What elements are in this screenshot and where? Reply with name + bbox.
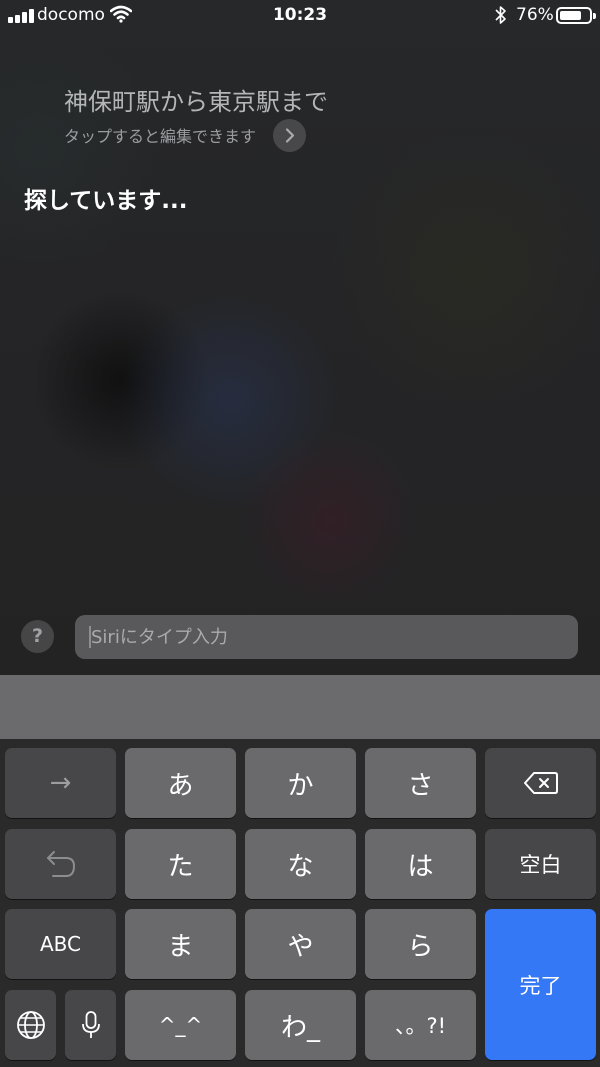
delete-icon	[523, 772, 558, 794]
battery-icon	[556, 7, 596, 24]
done-key-label: 完了	[519, 973, 562, 998]
siri-type-input[interactable]	[91, 615, 571, 659]
done-key[interactable]: 完了	[485, 909, 596, 1060]
key-wa[interactable]: わ_	[245, 990, 356, 1060]
siri-query-text[interactable]: 神保町駅から東京駅まで	[64, 82, 328, 117]
key-ma[interactable]: ま	[125, 909, 236, 979]
key-a[interactable]: あ	[125, 748, 236, 818]
key-ya[interactable]: や	[245, 909, 356, 979]
chevron-right-icon	[285, 128, 295, 143]
abc-key[interactable]: ABC	[5, 909, 116, 979]
punctuation-key[interactable]: 、。?!	[365, 990, 476, 1060]
candidate-bar	[0, 675, 600, 739]
help-button[interactable]: ?	[21, 620, 54, 653]
emoticon-key[interactable]: ^_^	[125, 990, 236, 1060]
globe-icon	[16, 1011, 45, 1039]
key-na[interactable]: な	[245, 829, 356, 899]
space-key[interactable]: 空白	[485, 829, 596, 899]
delete-key[interactable]	[485, 748, 596, 818]
abc-key-label: ABC	[39, 932, 81, 956]
undo-key[interactable]	[5, 829, 116, 899]
arrow-right-icon: →	[49, 768, 72, 798]
space-key-label: 空白	[519, 853, 562, 877]
key-ha[interactable]: は	[365, 829, 476, 899]
edit-chevron-button[interactable]	[273, 119, 306, 152]
siri-status-text: 探しています...	[24, 188, 188, 214]
key-ka[interactable]: か	[245, 748, 356, 818]
key-ra[interactable]: ら	[365, 909, 476, 979]
microphone-key[interactable]	[65, 990, 116, 1060]
siri-type-field[interactable]	[75, 615, 578, 659]
undo-icon	[46, 851, 75, 877]
battery-percentage: 76%	[516, 5, 554, 25]
key-sa[interactable]: さ	[365, 748, 476, 818]
key-ta[interactable]: た	[125, 829, 236, 899]
punctuation-key-label: 、。?!	[394, 1014, 447, 1038]
clock-time: 10:23	[272, 5, 328, 25]
edit-hint[interactable]: タップすると編集できます	[64, 123, 256, 147]
microphone-icon	[81, 1011, 100, 1038]
bluetooth-icon	[495, 6, 506, 24]
next-arrow-key[interactable]: →	[5, 748, 116, 818]
battery-level-fill	[560, 11, 581, 20]
globe-key[interactable]	[5, 990, 56, 1060]
japanese-keyboard: → あ か さ た な は 空白 ABC ま や ら 完了 ^_^ わ_ 、。?…	[0, 739, 600, 1067]
emoticon-key-label: ^_^	[158, 1013, 203, 1037]
status-bar: docomo 10:23 76%	[0, 0, 600, 32]
